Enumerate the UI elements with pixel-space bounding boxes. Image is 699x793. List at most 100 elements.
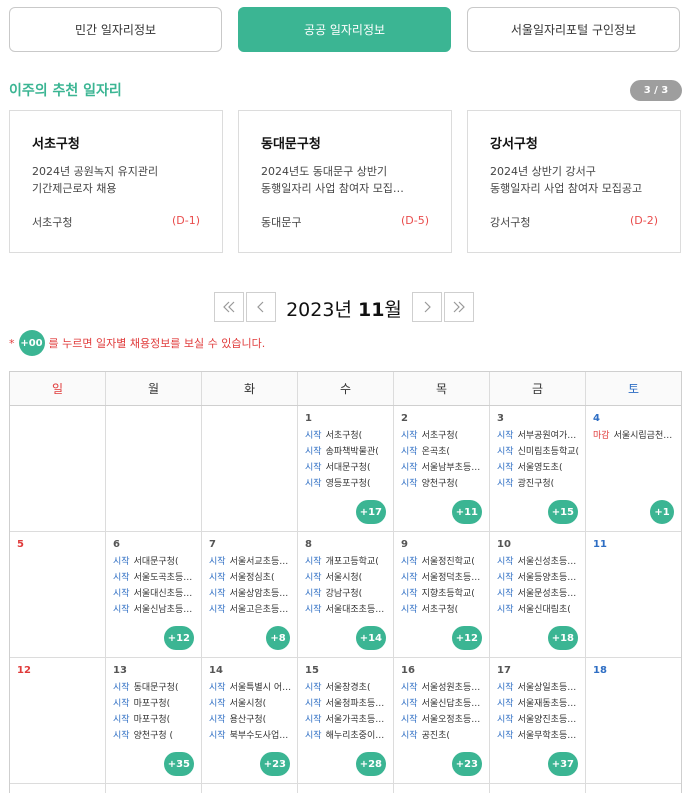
more-postings-button[interactable]: +15 — [547, 500, 578, 524]
posting-status-label: 시작 — [497, 479, 514, 489]
day-number: 11 — [593, 539, 607, 550]
job-posting-link[interactable]: 시작 신미림초등학교( — [497, 444, 581, 460]
more-postings-button[interactable]: +14 — [355, 626, 386, 650]
job-posting-link[interactable]: 시작 서울대신초등… — [113, 586, 197, 602]
job-posting-link[interactable]: 시작 지향초등학교( — [401, 586, 485, 602]
posting-status-label: 시작 — [497, 731, 514, 741]
recommend-card[interactable]: 서초구청 2024년 공원녹지 유지관리 기간제근로자 채용 서초구청 (D-1… — [9, 110, 223, 253]
tab-seoul-job-portal[interactable]: 서울일자리포털 구인정보 — [467, 7, 680, 52]
job-posting-link[interactable]: 시작 개포고등학교( — [305, 554, 389, 570]
posting-status-label: 시작 — [305, 557, 322, 567]
prev-year-button[interactable] — [214, 292, 244, 322]
job-posting-link[interactable]: 시작 마포구청( — [113, 712, 197, 728]
job-posting-link[interactable]: 시작 서울양진초등… — [497, 712, 581, 728]
job-posting-link[interactable]: 시작 양천구청( — [401, 476, 485, 492]
posting-status-label: 시작 — [401, 715, 418, 725]
job-posting-link[interactable]: 시작 서초구청( — [401, 428, 485, 444]
job-posting-link[interactable]: 시작 서울영도초( — [497, 460, 581, 476]
posting-org-name: 송파책박물관( — [325, 447, 379, 457]
recommend-card[interactable]: 동대문구청 2024년도 동대문구 상반기 동행일자리 사업 참여자 모집… 동… — [238, 110, 452, 253]
job-posting-link[interactable]: 시작 강남구청( — [305, 586, 389, 602]
recommend-card[interactable]: 강서구청 2024년 상반기 강서구 동행일자리 사업 참여자 모집공고 강서구… — [467, 110, 681, 253]
calendar-week-partial — [9, 784, 682, 793]
job-posting-link[interactable]: 시작 동대문구청( — [113, 680, 197, 696]
job-posting-link[interactable]: 시작 서울남부초등… — [401, 460, 485, 476]
job-posting-link[interactable]: 시작 서울정덕초등… — [401, 570, 485, 586]
month-navigation: 2023년 11월 — [214, 292, 476, 322]
tab-public-jobs[interactable]: 공공 일자리정보 — [238, 7, 451, 52]
prev-month-button[interactable] — [246, 292, 276, 322]
job-posting-link[interactable]: 시작 서대문구청( — [305, 460, 389, 476]
job-posting-link[interactable]: 시작 양천구청 ( — [113, 728, 197, 744]
posting-status-label: 시작 — [497, 447, 514, 457]
job-posting-link[interactable]: 시작 서울신대림초( — [497, 602, 581, 618]
day-number: 6 — [113, 539, 120, 550]
posting-status-label: 시작 — [305, 683, 322, 693]
posting-org-name: 서울도곡초등… — [133, 573, 193, 583]
job-posting-link[interactable]: 시작 서울특별시 어… — [209, 680, 293, 696]
job-posting-link[interactable]: 시작 서울시청( — [209, 696, 293, 712]
more-postings-button[interactable]: +28 — [355, 752, 386, 776]
job-posting-link[interactable]: 시작 서부공원여가… — [497, 428, 581, 444]
next-month-button[interactable] — [412, 292, 442, 322]
more-postings-button[interactable]: +37 — [547, 752, 578, 776]
next-year-button[interactable] — [444, 292, 474, 322]
job-posting-link[interactable]: 시작 공진초( — [401, 728, 485, 744]
job-posting-link[interactable]: 시작 서울청파초등… — [305, 696, 389, 712]
job-posting-link[interactable]: 시작 광진구청( — [497, 476, 581, 492]
job-posting-link[interactable]: 시작 서울오정초등… — [401, 712, 485, 728]
job-posting-link[interactable]: 시작 용산구청( — [209, 712, 293, 728]
job-posting-link[interactable]: 시작 송파책박물관( — [305, 444, 389, 460]
calendar-day-cell: 2 시작 서초구청(시작 온곡초(시작 서울남부초등… 시작 양천구청(+11 — [393, 406, 489, 532]
job-posting-link[interactable]: 시작 서울신답초등… — [401, 696, 485, 712]
posting-org-name: 동대문구청( — [133, 683, 179, 693]
job-posting-link[interactable]: 시작 서울정심초( — [209, 570, 293, 586]
job-posting-link[interactable]: 시작 서울무학초등… — [497, 728, 581, 744]
more-postings-button[interactable]: +23 — [259, 752, 290, 776]
more-postings-button[interactable]: +12 — [163, 626, 194, 650]
calendar-day-cell: 6 시작 서대문구청(시작 서울도곡초등… 시작 서울대신초등… 시작 서울신남초등… +12 — [105, 532, 201, 658]
job-posting-link[interactable]: 시작 북부수도사업소 ( — [209, 728, 293, 744]
job-posting-link[interactable]: 시작 서대문구청( — [113, 554, 197, 570]
job-posting-link[interactable]: 시작 서울재동초등… — [497, 696, 581, 712]
more-postings-button[interactable]: +1 — [650, 500, 674, 524]
job-posting-link[interactable]: 시작 서울창경초( — [305, 680, 389, 696]
job-posting-link[interactable]: 시작 영등포구청( — [305, 476, 389, 492]
more-postings-button[interactable]: +8 — [266, 626, 290, 650]
day-number: 8 — [305, 539, 312, 550]
job-posting-link[interactable]: 시작 해누리초중이… — [305, 728, 389, 744]
job-posting-link[interactable]: 시작 서울신남초등… — [113, 602, 197, 618]
posting-status-label: 시작 — [401, 589, 418, 599]
job-posting-link[interactable]: 시작 서울대조초등… — [305, 602, 389, 618]
job-posting-link[interactable]: 시작 온곡초( — [401, 444, 485, 460]
more-postings-button[interactable]: +23 — [451, 752, 482, 776]
posting-org-name: 서울청파초등… — [325, 699, 385, 709]
job-posting-link[interactable]: 시작 서울도곡초등… — [113, 570, 197, 586]
more-postings-button[interactable]: +12 — [451, 626, 482, 650]
job-posting-link[interactable]: 시작 서울서교초등… — [209, 554, 293, 570]
more-postings-button[interactable]: +18 — [547, 626, 578, 650]
more-postings-button[interactable]: +11 — [451, 500, 482, 524]
job-posting-link[interactable]: 시작 서울시청( — [305, 570, 389, 586]
job-posting-link[interactable]: 시작 서울등양초등… — [497, 570, 581, 586]
job-posting-link[interactable]: 시작 서울정진학교( — [401, 554, 485, 570]
job-posting-link[interactable]: 시작 서울문성초등… — [497, 586, 581, 602]
posting-org-name: 서울서교초등… — [229, 557, 289, 567]
more-count-example-badge: +00 — [18, 330, 45, 356]
job-posting-link[interactable]: 시작 마포구청( — [113, 696, 197, 712]
job-posting-link[interactable]: 마감 서울시립금천… — [593, 428, 677, 444]
job-posting-link[interactable]: 시작 서울가곡초등… — [305, 712, 389, 728]
job-posting-link[interactable]: 시작 서울상일초등… — [497, 680, 581, 696]
job-posting-link[interactable]: 시작 서울상암초등… — [209, 586, 293, 602]
current-month-label: 2023년 11월 — [286, 299, 402, 321]
tab-private-jobs[interactable]: 민간 일자리정보 — [9, 7, 222, 52]
job-posting-link[interactable]: 시작 서초구청( — [305, 428, 389, 444]
job-posting-link[interactable]: 시작 서울성원초등… — [401, 680, 485, 696]
more-postings-button[interactable]: +17 — [355, 500, 386, 524]
posting-org-name: 서울양진초등… — [517, 715, 577, 725]
posting-status-label: 시작 — [497, 557, 514, 567]
job-posting-link[interactable]: 시작 서초구청( — [401, 602, 485, 618]
job-posting-link[interactable]: 시작 서울고은초등… — [209, 602, 293, 618]
job-posting-link[interactable]: 시작 서울신성초등… — [497, 554, 581, 570]
more-postings-button[interactable]: +35 — [163, 752, 194, 776]
